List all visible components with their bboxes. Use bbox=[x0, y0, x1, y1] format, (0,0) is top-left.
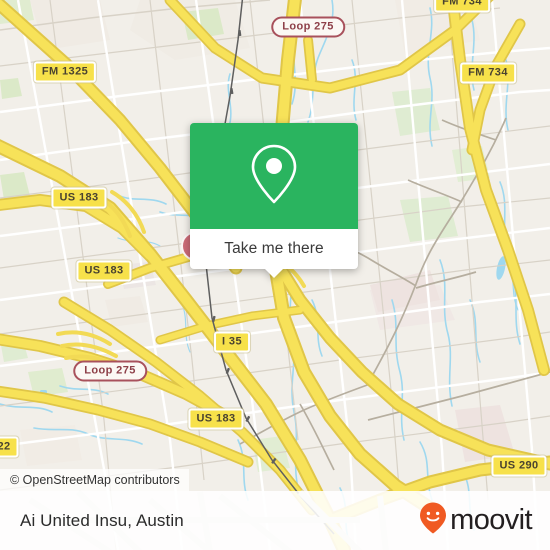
popup-action-area[interactable]: Take me there bbox=[190, 229, 358, 278]
moovit-logo[interactable]: moovit bbox=[418, 501, 533, 540]
popup-tail bbox=[265, 269, 283, 278]
bottom-bar: Ai United Insu, Austin moovit bbox=[0, 491, 550, 550]
moovit-pin-icon bbox=[418, 501, 448, 540]
place-name: Ai United Insu, Austin bbox=[20, 510, 184, 530]
map-pin-icon bbox=[249, 143, 299, 210]
moovit-wordmark: moovit bbox=[450, 504, 532, 536]
location-popup[interactable]: Take me there bbox=[190, 123, 358, 278]
popup-image-area bbox=[190, 123, 358, 229]
attribution-text: © OpenStreetMap contributors bbox=[10, 473, 180, 487]
map-screen: Loop 275 FM 1325 FM 734 FM 734 US 183 US… bbox=[0, 0, 550, 550]
take-me-there-label: Take me there bbox=[224, 240, 324, 257]
map-attribution: © OpenStreetMap contributors bbox=[0, 469, 189, 491]
